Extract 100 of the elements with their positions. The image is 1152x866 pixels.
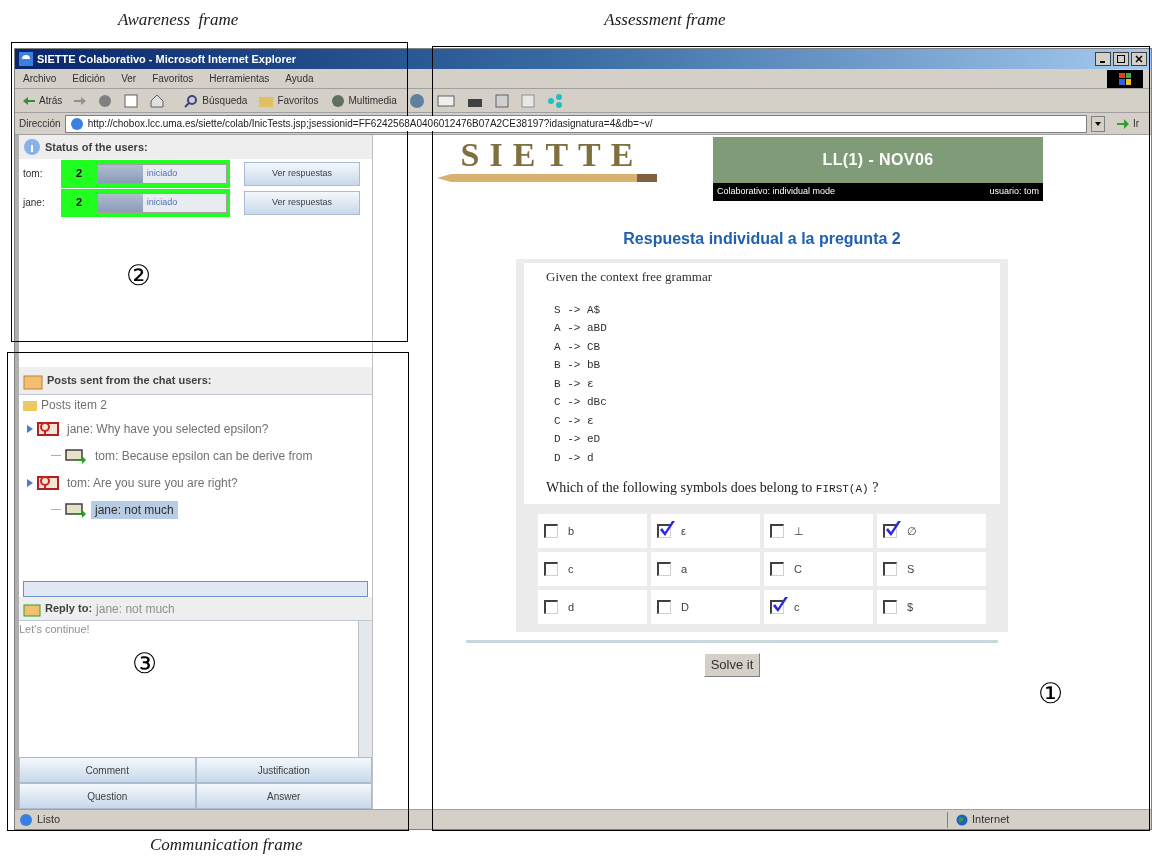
option-label: c [794, 599, 800, 615]
menu-item[interactable]: Ayuda [285, 71, 314, 86]
tree-line [51, 455, 61, 456]
grammar-rule: S -> A$ [554, 302, 602, 318]
close-icon [1135, 55, 1143, 63]
window-title: SIETTE Colaborativo - Microsoft Internet Explorer [37, 51, 297, 67]
item-number: 2 [74, 195, 84, 211]
frame-number: ① [1038, 680, 1064, 708]
question-text: Which of the following symbols does belong to FIRST(A) ? [546, 479, 880, 497]
folder-icon [259, 94, 274, 107]
status-text: iniciado [145, 195, 179, 209]
menu-item[interactable]: Favoritos [152, 71, 194, 86]
checkmark-icon [884, 520, 902, 538]
option-label: ε [681, 523, 686, 539]
frame-caption: Communication frame [150, 834, 303, 857]
solve-button[interactable]: Solve it [703, 653, 761, 677]
view-answers-button[interactable]: Ver respuestas [244, 161, 360, 186]
menu-item[interactable]: Edición [72, 71, 106, 86]
checkbox[interactable] [544, 600, 558, 614]
option-label: ∅ [907, 523, 917, 539]
question-post-icon [37, 420, 59, 437]
tree-line [51, 509, 61, 510]
checkbox[interactable] [544, 562, 558, 576]
address-label: Dirección [19, 117, 61, 131]
grammar-rule: B -> ε [554, 376, 595, 392]
chat-action-button[interactable]: Comment [19, 757, 196, 783]
media-button[interactable]: Multimedia [330, 93, 397, 108]
grammar-rule: C -> ε [554, 413, 595, 429]
user-name: tom: [23, 167, 44, 181]
checkbox[interactable] [883, 600, 897, 614]
home-icon[interactable] [150, 93, 165, 108]
chat-action-button[interactable]: Answer [195, 783, 372, 809]
user-name: jane: [23, 196, 46, 210]
frame-caption: Assessment frame [604, 9, 726, 32]
post-item[interactable]: jane: Why have you selected epsilon? [63, 419, 273, 438]
menu-item[interactable]: Ver [121, 71, 137, 86]
reply-post-icon [65, 501, 87, 518]
minimize-button[interactable] [1095, 52, 1111, 66]
address-field[interactable]: http://chobox.lcc.uma.es/siette/colab/InicTests.jsp;jsessionid=FF6242568A0406012476B07A2CE38197?idasignatura=4&db=~v/ [64, 114, 1087, 133]
grammar-rule: A -> CB [554, 339, 602, 355]
checkmark-icon [658, 520, 676, 538]
item-number: 2 [74, 166, 84, 182]
vertical-scrollbar[interactable] [358, 621, 372, 757]
checkbox[interactable] [544, 524, 558, 538]
checkbox[interactable] [770, 524, 784, 538]
grammar-rule: B -> bB [554, 358, 602, 373]
post-item[interactable]: tom: Because epsilon can be derive from [91, 446, 317, 465]
grammar-rule: A -> aBD [554, 321, 608, 336]
option-label: S [907, 561, 915, 577]
checkbox[interactable] [770, 562, 784, 576]
menu-item[interactable]: Herramientas [209, 71, 270, 86]
go-arrow-icon [1116, 118, 1129, 129]
option-label: c [568, 561, 574, 577]
expand-arrow-icon[interactable] [27, 478, 33, 487]
siette-logo: SIETTE [435, 137, 669, 183]
grammar-rule: C -> dBc [554, 395, 608, 410]
close-button[interactable] [1131, 52, 1147, 66]
checkmark-icon [771, 596, 789, 614]
globe-icon[interactable] [408, 92, 425, 109]
info-icon [23, 138, 41, 156]
question-post-icon [37, 474, 59, 491]
back-button[interactable]: Atrás [23, 93, 63, 108]
favorites-button[interactable]: Favoritos [259, 93, 319, 108]
option-label: a [681, 561, 688, 577]
expand-arrow-icon[interactable] [27, 424, 33, 433]
frame-number: ③ [132, 650, 158, 678]
chat-action-button[interactable]: Question [19, 783, 196, 809]
back-arrow-icon [23, 96, 35, 105]
panel-header: Posts sent from the chat users: [19, 367, 372, 395]
chat-action-button[interactable]: Justification [195, 757, 372, 783]
browser-logo-icon [19, 52, 33, 66]
go-button[interactable]: Ir [1108, 116, 1147, 131]
checkbox[interactable] [657, 600, 671, 614]
search-icon [184, 93, 199, 108]
status-text: Listo [37, 812, 61, 828]
grammar-rule: D -> eD [554, 432, 602, 447]
status-text: iniciado [145, 166, 179, 180]
checkbox[interactable] [883, 562, 897, 576]
option-label: b [568, 523, 575, 539]
maximize-icon [1117, 55, 1125, 63]
zone-text: Internet [972, 812, 1010, 828]
dropdown-button[interactable] [1090, 115, 1105, 132]
option-label: ⊥ [794, 523, 804, 539]
view-answers-button[interactable]: Ver respuestas [244, 190, 360, 215]
maximize-button[interactable] [1113, 52, 1129, 66]
post-item[interactable]: tom: Are you sure you are right? [63, 473, 242, 492]
horizontal-scrollbar[interactable] [23, 581, 368, 597]
question-heading: Respuesta individual a la pregunta 2 [623, 229, 901, 249]
option-label: $ [907, 599, 914, 615]
menu-item[interactable]: Archivo [23, 71, 57, 86]
reply-post-icon [65, 447, 87, 464]
question-intro: Given the context free grammar [546, 268, 714, 286]
checkbox[interactable] [657, 562, 671, 576]
tree-root[interactable]: Posts item 2 [41, 396, 108, 414]
search-button[interactable]: Búsqueda [184, 93, 248, 108]
folder-icon [23, 399, 37, 411]
test-banner: LL(1) - NOV06 [713, 137, 1043, 183]
post-item[interactable]: jane: not much [91, 500, 178, 519]
reply-target: jane: not much [96, 600, 175, 618]
caret-icon [1094, 121, 1101, 126]
